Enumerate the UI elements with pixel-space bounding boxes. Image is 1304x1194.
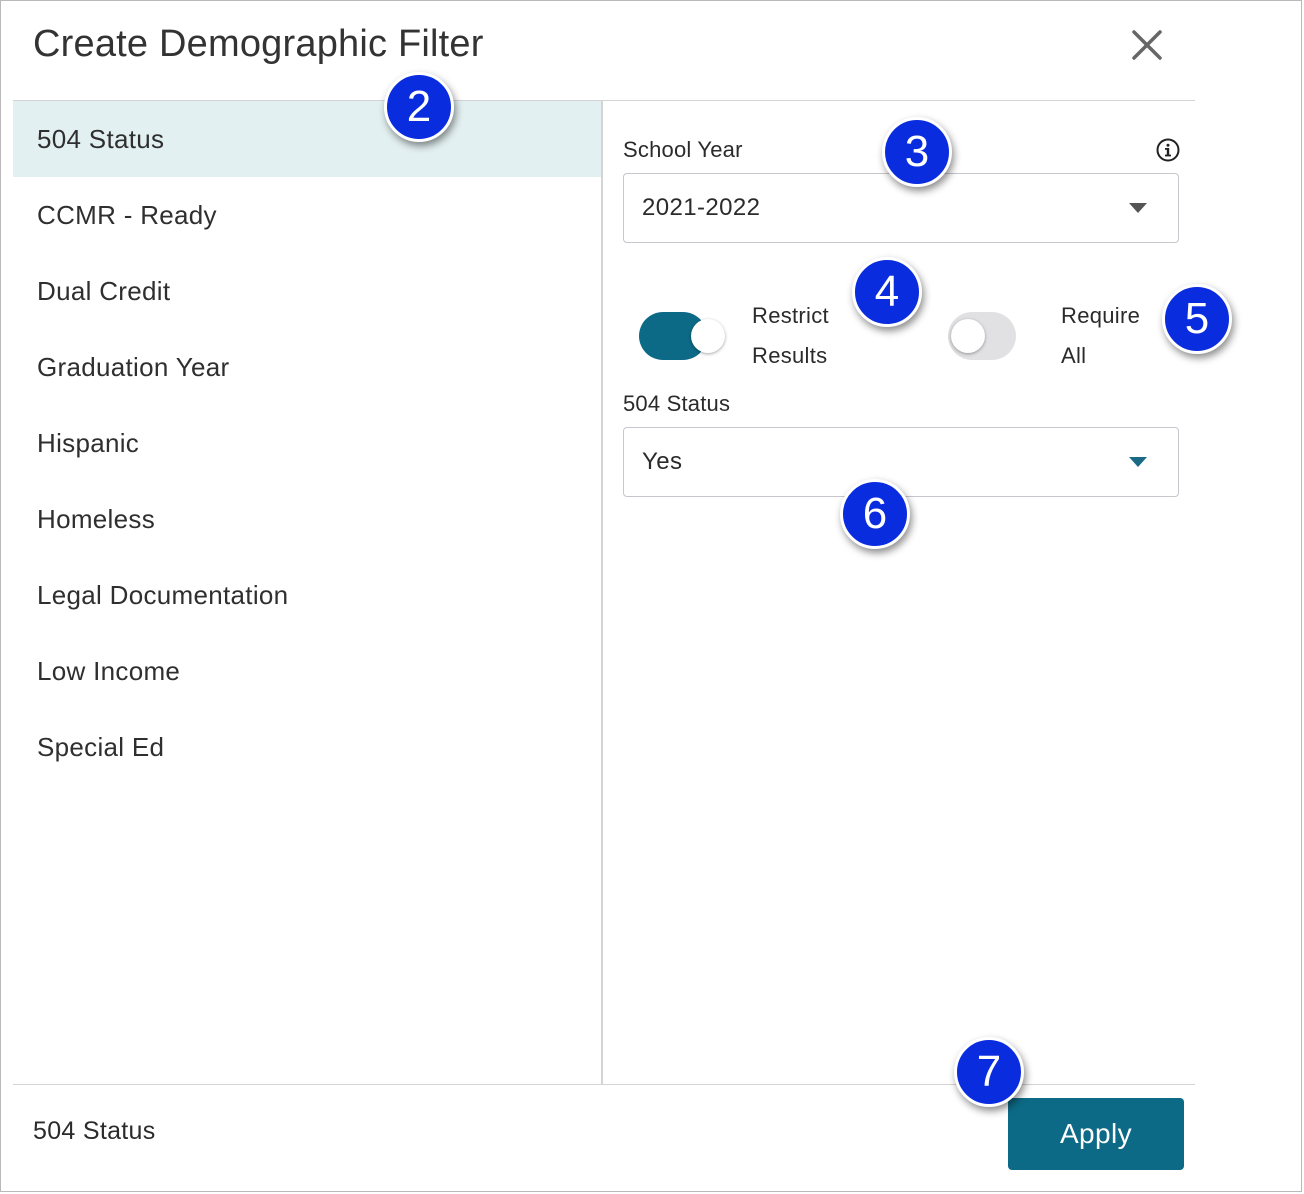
callout-badge: 6 <box>840 479 910 549</box>
callout-badge: 3 <box>882 117 952 187</box>
category-item-graduation-year[interactable]: Graduation Year <box>13 329 601 405</box>
restrict-results-label-line1: Restrict <box>752 303 829 328</box>
close-button[interactable] <box>1125 23 1169 67</box>
panel-divider <box>601 101 603 1084</box>
info-icon[interactable] <box>1156 138 1180 162</box>
close-icon <box>1132 30 1162 60</box>
school-year-value: 2021-2022 <box>642 194 761 221</box>
require-all-label-line2: All <box>1061 343 1087 368</box>
category-item-low-income[interactable]: Low Income <box>13 633 601 709</box>
callout-badge: 4 <box>852 257 922 327</box>
category-item-homeless[interactable]: Homeless <box>13 481 601 557</box>
category-item-dual-credit[interactable]: Dual Credit <box>13 253 601 329</box>
category-list: 504 Status CCMR - Ready Dual Credit Grad… <box>13 101 601 785</box>
category-item-special-ed[interactable]: Special Ed <box>13 709 601 785</box>
toggle-knob <box>951 319 985 353</box>
selected-filter-summary: 504 Status <box>33 1117 156 1145</box>
category-item-legal-documentation[interactable]: Legal Documentation <box>13 557 601 633</box>
school-year-label: School Year <box>623 137 743 162</box>
restrict-results-label-line2: Results <box>752 343 828 368</box>
toggle-knob <box>691 319 725 353</box>
status-select[interactable]: Yes <box>623 427 1179 497</box>
status-value: Yes <box>642 448 683 475</box>
dialog-title: Create Demographic Filter <box>33 23 484 65</box>
category-item-hispanic[interactable]: Hispanic <box>13 405 601 481</box>
apply-button[interactable]: Apply <box>1008 1098 1184 1170</box>
callout-badge: 5 <box>1162 284 1232 354</box>
restrict-results-toggle[interactable] <box>639 312 725 360</box>
chevron-down-icon <box>1129 457 1147 467</box>
callout-badge: 2 <box>384 72 454 142</box>
require-all-toggle[interactable] <box>948 312 1016 360</box>
dialog: Create Demographic Filter 504 Status CCM… <box>0 0 1302 1192</box>
category-item-504-status[interactable]: 504 Status <box>13 101 601 177</box>
chevron-down-icon <box>1129 203 1147 213</box>
callout-badge: 7 <box>954 1037 1024 1107</box>
require-all-label-line1: Require <box>1061 303 1141 328</box>
status-field-label: 504 Status <box>623 391 731 416</box>
category-item-ccmr-ready[interactable]: CCMR - Ready <box>13 177 601 253</box>
info-icon-glyph <box>1156 138 1180 162</box>
